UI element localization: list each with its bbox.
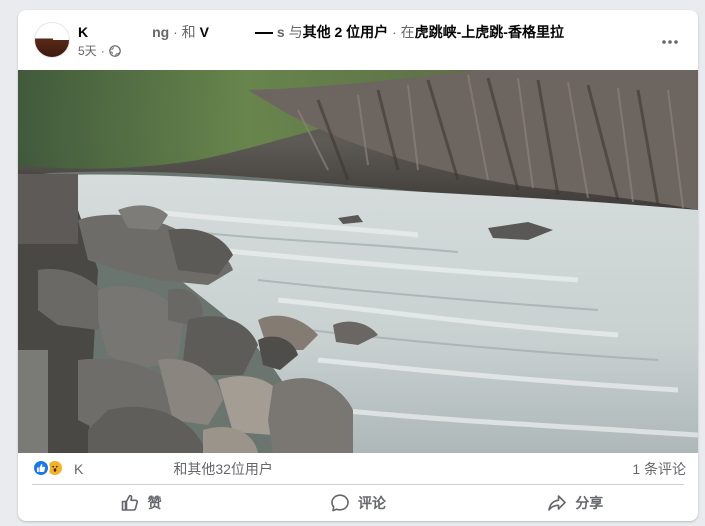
post-meta: 5天 ·	[78, 43, 121, 59]
reaction-icons[interactable]	[32, 459, 64, 477]
like-label: 赞	[147, 495, 162, 511]
post-card: Kng · 和 Vs 与其他 2 位用户 · 在虎跳峡-上虎跳-香格里拉 5天 …	[18, 10, 698, 521]
globe-icon[interactable]	[108, 45, 121, 57]
post-header-title: Kng · 和 Vs 与其他 2 位用户 · 在虎跳峡-上虎跳-香格里拉	[78, 23, 564, 42]
author-name[interactable]: Kng	[78, 24, 170, 42]
like-reaction-icon	[32, 459, 50, 477]
reaction-summary[interactable]: K 和其他32位用户	[74, 461, 273, 478]
comment-button[interactable]: 评论	[249, 486, 466, 520]
reactor-name-visible: K	[74, 461, 84, 477]
like-button[interactable]: 赞	[32, 486, 249, 520]
river-gorge-photo[interactable]	[18, 70, 698, 453]
redacted-area	[88, 25, 153, 42]
post-stats: K 和其他32位用户 1 条评论	[18, 453, 698, 483]
reactor-others: 和其他32位用户	[173, 461, 273, 477]
tagged-user-name[interactable]: Vs	[199, 24, 285, 42]
action-bar: 赞 评论 分享	[32, 486, 684, 520]
divider	[32, 484, 684, 485]
with-others-prefix: 与	[288, 24, 303, 40]
conjunction-text: · 和	[173, 24, 196, 40]
tagged-name-suffix: s	[276, 24, 285, 40]
author-name-visible: K	[78, 24, 89, 40]
redacted-area	[208, 25, 251, 42]
author-avatar[interactable]	[34, 22, 70, 58]
location-prefix: · 在	[392, 24, 415, 40]
with-others-link[interactable]: 其他 2 位用户	[303, 24, 389, 40]
share-label: 分享	[575, 495, 604, 511]
redaction-mark	[254, 32, 273, 35]
tagged-name-visible: V	[199, 24, 209, 40]
redacted-area	[83, 463, 174, 478]
thumbs-up-icon	[121, 494, 138, 511]
comment-count[interactable]: 1 条评论	[632, 461, 686, 477]
post-time[interactable]: 5天	[78, 43, 97, 59]
share-button[interactable]: 分享	[467, 486, 684, 520]
author-name-suffix: ng	[152, 24, 170, 40]
comment-icon	[331, 494, 349, 512]
photo-illustration	[18, 70, 698, 453]
more-horizontal-icon	[662, 40, 678, 44]
location-link[interactable]: 虎跳峡-上虎跳-香格里拉	[415, 24, 564, 40]
comment-label: 评论	[357, 495, 386, 511]
more-options-button[interactable]	[656, 28, 684, 56]
post-header: Kng · 和 Vs 与其他 2 位用户 · 在虎跳峡-上虎跳-香格里拉 5天 …	[18, 10, 698, 70]
meta-separator: ·	[100, 44, 105, 58]
share-icon	[548, 495, 567, 511]
